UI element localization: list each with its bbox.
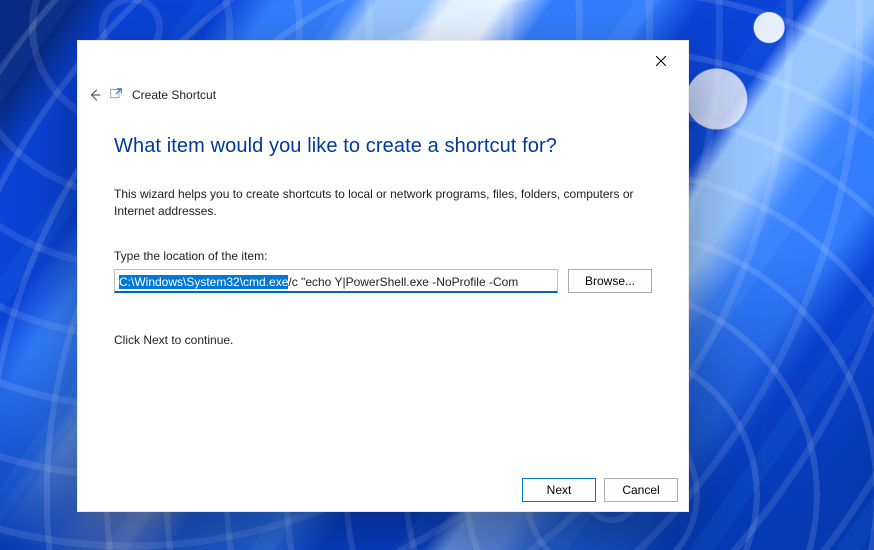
wizard-footer: Next Cancel bbox=[78, 469, 688, 511]
continue-hint: Click Next to continue. bbox=[114, 333, 652, 347]
location-row: C:\Windows\System32\cmd.exe /c "echo Y|P… bbox=[114, 269, 652, 293]
location-rest: /c "echo Y|PowerShell.exe -NoProfile -Co… bbox=[288, 275, 518, 289]
back-arrow-icon bbox=[88, 88, 102, 102]
location-selection: C:\Windows\System32\cmd.exe bbox=[119, 275, 288, 289]
location-input[interactable]: C:\Windows\System32\cmd.exe /c "echo Y|P… bbox=[114, 269, 558, 293]
next-button[interactable]: Next bbox=[522, 478, 596, 502]
browse-button[interactable]: Browse... bbox=[568, 269, 652, 293]
close-icon bbox=[656, 56, 666, 66]
wizard-content: What item would you like to create a sho… bbox=[78, 107, 688, 469]
close-button[interactable] bbox=[638, 45, 684, 77]
cancel-button[interactable]: Cancel bbox=[604, 478, 678, 502]
page-description: This wizard helps you to create shortcut… bbox=[114, 186, 652, 221]
page-heading: What item would you like to create a sho… bbox=[114, 135, 652, 158]
location-label: Type the location of the item: bbox=[114, 249, 652, 263]
shortcut-wizard-icon bbox=[110, 88, 124, 102]
wizard-header: Create Shortcut bbox=[78, 81, 688, 107]
titlebar bbox=[78, 41, 688, 81]
create-shortcut-window: Create Shortcut What item would you like… bbox=[77, 40, 689, 512]
wizard-title: Create Shortcut bbox=[132, 88, 216, 102]
back-button[interactable] bbox=[88, 88, 102, 102]
